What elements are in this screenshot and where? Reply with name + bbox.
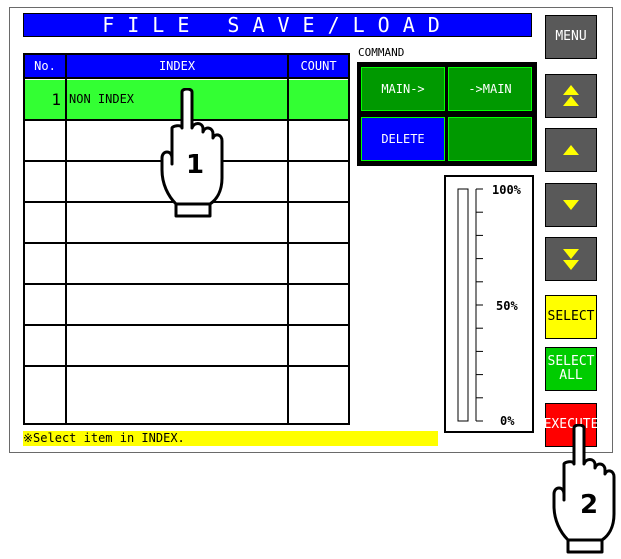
row-no — [25, 367, 65, 406]
header-no: No. — [34, 59, 56, 73]
main-to-label: MAIN-> — [381, 82, 425, 96]
header-index: INDEX — [158, 59, 196, 73]
row-no: 1 — [25, 80, 65, 119]
delete-button[interactable]: DELETE — [361, 117, 445, 161]
select-all-button-label: SELECT ALL — [547, 354, 595, 383]
empty-command-button[interactable] — [448, 117, 532, 161]
menu-button-label: MENU — [555, 29, 587, 44]
page-up-button[interactable] — [545, 74, 597, 118]
row-count — [289, 244, 348, 283]
table-header: No. INDEX COUNT — [25, 55, 348, 77]
status-message: ※Select item in INDEX. — [23, 431, 438, 446]
delete-label: DELETE — [381, 132, 425, 146]
row-no — [25, 326, 65, 365]
up-arrow-icon — [563, 145, 579, 155]
row-no — [25, 162, 65, 201]
gauge-bar-track — [457, 188, 469, 422]
column-divider — [287, 55, 289, 423]
menu-button[interactable]: MENU — [545, 15, 597, 59]
gauge-scale — [457, 188, 483, 422]
row-count — [289, 162, 348, 201]
row-index — [67, 285, 289, 324]
double-up-arrow-icon — [563, 85, 579, 106]
row-count — [289, 203, 348, 242]
page-down-button[interactable] — [545, 237, 597, 281]
to-main-label: ->MAIN — [468, 82, 512, 96]
double-down-arrow-icon — [563, 249, 579, 270]
header-divider — [25, 77, 348, 79]
table-row[interactable] — [25, 285, 348, 324]
row-no — [25, 244, 65, 283]
down-button[interactable] — [545, 183, 597, 227]
gauge-label-100: 100% — [492, 183, 521, 197]
row-no — [25, 203, 65, 242]
select-button[interactable]: SELECT — [545, 295, 597, 339]
row-count — [289, 326, 348, 365]
step-2-label: 2 — [580, 490, 599, 520]
down-arrow-icon — [563, 200, 579, 210]
progress-gauge: 100% 50% 0% — [444, 175, 534, 433]
row-count — [289, 367, 348, 406]
row-no — [25, 285, 65, 324]
table-row[interactable] — [25, 244, 348, 283]
row-count — [289, 121, 348, 160]
up-button[interactable] — [545, 128, 597, 172]
command-label: COMMAND — [358, 46, 405, 59]
pointing-hand-icon — [552, 424, 616, 554]
gauge-label-0: 0% — [500, 414, 515, 428]
page-title: FILE SAVE/LOAD — [23, 13, 532, 37]
row-count — [289, 285, 348, 324]
command-panel: MAIN-> ->MAIN DELETE — [357, 62, 537, 166]
header-count: COUNT — [300, 59, 337, 73]
row-index — [67, 326, 289, 365]
main-to-button[interactable]: MAIN-> — [361, 67, 445, 111]
select-button-label: SELECT — [547, 309, 595, 324]
row-index — [67, 367, 289, 406]
row-index — [67, 244, 289, 283]
table-row[interactable] — [25, 326, 348, 365]
row-count — [289, 80, 348, 119]
row-no — [25, 121, 65, 160]
gauge-label-50: 50% — [496, 299, 518, 313]
select-all-button[interactable]: SELECT ALL — [545, 347, 597, 391]
table-row[interactable] — [25, 367, 348, 406]
to-main-button[interactable]: ->MAIN — [448, 67, 532, 111]
column-divider — [65, 55, 67, 423]
step-1-label: 1 — [186, 150, 205, 180]
